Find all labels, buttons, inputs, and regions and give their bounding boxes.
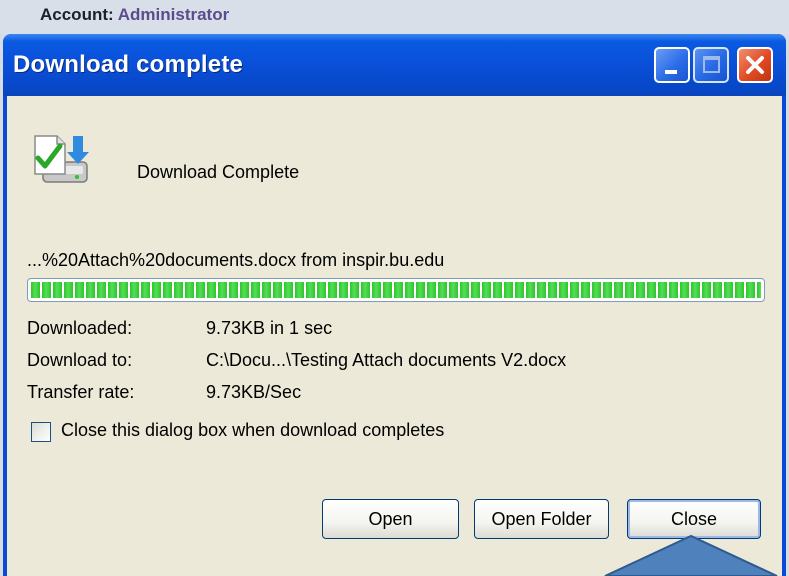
progress-bar: [27, 278, 765, 302]
close-when-done-checkbox[interactable]: [31, 422, 51, 442]
dialog-body: Download Complete ...%20Attach%20documen…: [7, 96, 782, 576]
transfer-rate-value: 9.73KB/Sec: [206, 382, 302, 402]
downloaded-value: 9.73KB in 1 sec: [206, 318, 333, 338]
download-to-value: C:\Docu...\Testing Attach documents V2.d…: [206, 350, 567, 370]
close-window-button[interactable]: [737, 47, 773, 83]
window-title: Download complete: [13, 51, 244, 78]
open-button[interactable]: Open: [322, 499, 459, 539]
maximize-button[interactable]: [693, 47, 729, 83]
progress-fill: [31, 282, 761, 298]
account-indicator: Account: Administrator: [40, 5, 229, 25]
maximize-icon: [703, 56, 720, 73]
minimize-icon: [665, 70, 677, 74]
download-source: ...%20Attach%20documents.docx from inspi…: [27, 250, 445, 270]
download-dialog: Download complete Download Complete ...%…: [3, 34, 786, 576]
download-complete-icon: [34, 135, 89, 183]
download-to-label: Download to:: [27, 350, 133, 370]
account-label: Account:: [40, 5, 114, 24]
background-page-header: Account: Administrator: [0, 0, 789, 34]
downloaded-label: Downloaded:: [27, 318, 133, 338]
open-folder-button[interactable]: Open Folder: [474, 499, 609, 539]
callout-arrow: [604, 534, 778, 576]
close-icon: [746, 56, 764, 74]
account-name: Administrator: [117, 5, 230, 24]
minimize-button[interactable]: [654, 47, 690, 83]
close-when-done-label[interactable]: Close this dialog box when download comp…: [61, 420, 444, 441]
status-heading: Download Complete: [137, 162, 300, 182]
transfer-rate-label: Transfer rate:: [27, 382, 135, 402]
title-bar[interactable]: Download complete: [3, 34, 786, 96]
